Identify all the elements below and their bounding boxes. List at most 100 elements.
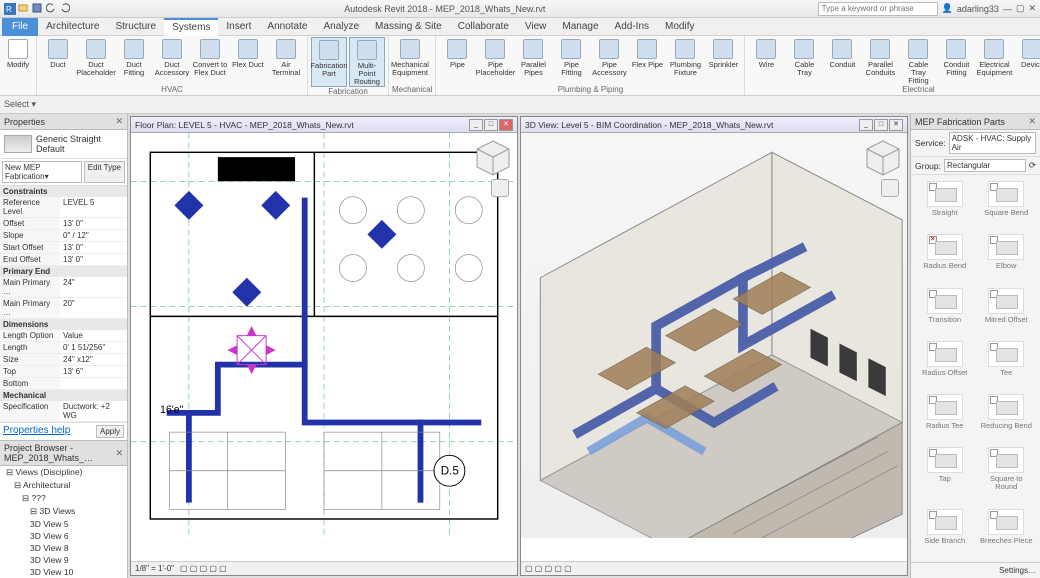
close-icon[interactable]: ✕	[1028, 3, 1036, 14]
part-reducing-bend[interactable]: Reducing Bend	[977, 392, 1037, 443]
help-search[interactable]	[818, 2, 938, 16]
tree-item[interactable]: ⊟ Views (Discipline)	[0, 466, 127, 479]
tab-massing-site[interactable]: Massing & Site	[367, 18, 450, 36]
property-row[interactable]: Top13' 6"	[0, 366, 127, 378]
tool-convert-to-flex-duct[interactable]: Convert to Flex Duct	[192, 37, 228, 85]
tab-systems[interactable]: Systems	[164, 18, 218, 36]
tool-fabrication-part[interactable]: Fabrication Part	[311, 37, 347, 87]
part-radius-tee[interactable]: Radius Tee	[915, 392, 975, 443]
tool-duct-accessory[interactable]: Duct Accessory	[154, 37, 190, 85]
floor-plan-canvas[interactable]: D.5 16'e"	[131, 133, 517, 538]
nav-wheel-3d-icon[interactable]	[881, 179, 899, 197]
tool-conduit[interactable]: Conduit	[824, 37, 860, 85]
tab-annotate[interactable]: Annotate	[259, 18, 315, 36]
properties-close-icon[interactable]: ✕	[115, 116, 123, 127]
tool-parallel-conduits[interactable]: Parallel Conduits	[862, 37, 898, 85]
refresh-icon[interactable]: ⟳	[1029, 160, 1036, 171]
tool-multi-point-routing[interactable]: Multi-Point Routing	[349, 37, 385, 87]
tool-pipe-fitting[interactable]: Pipe Fitting	[553, 37, 589, 85]
property-row[interactable]: Main Primary …20"	[0, 298, 127, 319]
tab-structure[interactable]: Structure	[107, 18, 164, 36]
tree-item[interactable]: 3D View 8	[0, 542, 127, 554]
view-scale[interactable]: 1/8" = 1'-0"	[135, 564, 174, 573]
property-row[interactable]: Main Primary …24"	[0, 277, 127, 298]
part-side-branch[interactable]: Side Branch	[915, 507, 975, 558]
part-transition[interactable]: Transition	[915, 286, 975, 337]
vp2-min-icon[interactable]: _	[859, 119, 873, 131]
vp1-min-icon[interactable]: _	[469, 119, 483, 131]
tab-add-ins[interactable]: Add-Ins	[607, 18, 657, 36]
part-breeches-piece[interactable]: Breeches Piece	[977, 507, 1037, 558]
tab-collaborate[interactable]: Collaborate	[450, 18, 517, 36]
tool-cable-tray-fitting[interactable]: Cable Tray Fitting	[900, 37, 936, 85]
properties-help-link[interactable]: Properties help	[3, 425, 70, 438]
tool-duct-placeholder[interactable]: Duct Placeholder	[78, 37, 114, 85]
property-row[interactable]: Slope0" / 12"	[0, 230, 127, 242]
view-cube[interactable]	[473, 137, 513, 177]
part-tee[interactable]: Tee	[977, 339, 1037, 390]
property-row[interactable]: Length0' 1 51/256"	[0, 342, 127, 354]
qat-redo-icon[interactable]	[60, 3, 72, 15]
property-row[interactable]: End Offset13' 0"	[0, 254, 127, 266]
browser-close-icon[interactable]: ✕	[115, 448, 123, 459]
view-cube-3d[interactable]	[863, 137, 903, 177]
tool-flex-pipe[interactable]: Flex Pipe	[629, 37, 665, 85]
tree-item[interactable]: 3D View 10	[0, 566, 127, 578]
floor-plan-viewport[interactable]: Floor Plan: LEVEL 5 - HVAC - MEP_2018_Wh…	[130, 116, 518, 576]
property-row[interactable]: Size24" x12"	[0, 354, 127, 366]
tab-manage[interactable]: Manage	[554, 18, 606, 36]
part-elbow[interactable]: Elbow	[977, 232, 1037, 283]
tool-air-terminal[interactable]: Air Terminal	[268, 37, 304, 85]
tree-item[interactable]: ⊟ Architectural	[0, 479, 127, 492]
tab-analyze[interactable]: Analyze	[315, 18, 367, 36]
property-row[interactable]: SpecificationDuctwork: +2 WG	[0, 401, 127, 422]
tool-conduit-fitting[interactable]: Conduit Fitting	[938, 37, 974, 85]
tool-duct-fitting[interactable]: Duct Fitting	[116, 37, 152, 85]
qat-open-icon[interactable]	[18, 3, 30, 15]
tool-wire[interactable]: Wire	[748, 37, 784, 85]
qat-save-icon[interactable]	[32, 3, 44, 15]
maximize-icon[interactable]: ▢	[1016, 3, 1025, 14]
tree-item[interactable]: 3D View 6	[0, 530, 127, 542]
tab-view[interactable]: View	[517, 18, 555, 36]
tree-item[interactable]: ⊟ ???	[0, 492, 127, 505]
tool-mechanical-equipment[interactable]: Mechanical Equipment	[392, 37, 428, 85]
edit-type-button[interactable]: Edit Type	[84, 161, 125, 183]
part-tap[interactable]: Tap	[915, 445, 975, 504]
3d-canvas[interactable]	[521, 133, 907, 538]
settings-link[interactable]: Settings…	[999, 566, 1036, 575]
tool-flex-duct[interactable]: Flex Duct	[230, 37, 266, 85]
tool-device[interactable]: Device	[1014, 37, 1040, 85]
type-selector[interactable]: New MEP Fabrication▾	[2, 161, 82, 183]
part-straight[interactable]: Straight	[915, 179, 975, 230]
apply-button[interactable]: Apply	[96, 425, 124, 438]
part-square-bend[interactable]: Square Bend	[977, 179, 1037, 230]
tab-modify[interactable]: Modify	[657, 18, 702, 36]
property-row[interactable]: Bottom	[0, 378, 127, 390]
service-select[interactable]: ADSK - HVAC: Supply Air	[949, 132, 1036, 154]
part-radius-bend[interactable]: Radius Bend	[915, 232, 975, 283]
property-row[interactable]: Reference LevelLEVEL 5	[0, 197, 127, 218]
part-radius-offset[interactable]: Radius Offset	[915, 339, 975, 390]
tool-duct[interactable]: Duct	[40, 37, 76, 85]
qat-undo-icon[interactable]	[46, 3, 58, 15]
nav-wheel-icon[interactable]	[491, 179, 509, 197]
file-menu[interactable]: File	[2, 18, 38, 36]
part-square-to-round[interactable]: Square to Round	[977, 445, 1037, 504]
modify-tool[interactable]: Modify	[3, 37, 33, 85]
tool-pipe[interactable]: Pipe	[439, 37, 475, 85]
property-row[interactable]: Start Offset13' 0"	[0, 242, 127, 254]
tool-electrical-equipment[interactable]: Electrical Equipment	[976, 37, 1012, 85]
fab-close-icon[interactable]: ✕	[1028, 116, 1036, 127]
tool-cable-tray[interactable]: Cable Tray	[786, 37, 822, 85]
tool-sprinkler[interactable]: Sprinkler	[705, 37, 741, 85]
vp2-close-icon[interactable]: ✕	[889, 119, 903, 131]
tree-item[interactable]: 3D View 5	[0, 518, 127, 530]
vp1-close-icon[interactable]: ✕	[499, 119, 513, 131]
tab-architecture[interactable]: Architecture	[38, 18, 107, 36]
3d-viewport[interactable]: 3D View: Level 5 - BIM Coordination - ME…	[520, 116, 908, 576]
select-dropdown[interactable]: Select ▾	[4, 99, 36, 110]
user-icon[interactable]: 👤	[942, 3, 953, 14]
tool-plumbing-fixture[interactable]: Plumbing Fixture	[667, 37, 703, 85]
project-browser-tree[interactable]: ⊟ Views (Discipline)⊟ Architectural⊟ ???…	[0, 466, 127, 578]
